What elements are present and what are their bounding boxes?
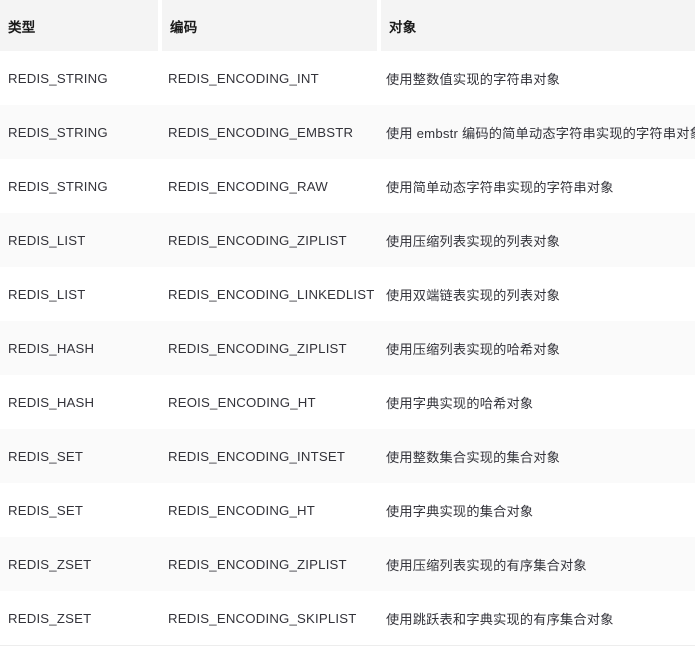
cell-object: 使用简单动态字符串实现的字符串对象 — [379, 159, 695, 213]
table-row: REDIS_LIST REDIS_ENCODING_LINKEDLIST 使用双… — [0, 267, 695, 321]
cell-object-text: 使用字典实现的哈希对象 — [386, 395, 534, 411]
table-row: REDIS_ZSET REDIS_ENCODING_ZIPLIST 使用压缩列表… — [0, 537, 695, 591]
cell-type-text: REDIS_SET — [8, 448, 84, 464]
cell-encoding: REDIS_ENCODING_INTSET — [160, 429, 379, 483]
cell-type-text: REDIS_HASH — [8, 394, 95, 410]
cell-object-text: 使用跳跃表和字典实现的有序集合对象 — [386, 611, 614, 627]
cell-encoding: REDIS_ENCODING_ZIPLIST — [160, 321, 379, 375]
cell-encoding-text: REOIS_ENCODING_HT — [168, 394, 316, 410]
column-header-object: 对象 — [379, 0, 695, 51]
cell-encoding: REDIS_ENCODING_SKIPLIST — [160, 591, 379, 646]
redis-encoding-table-container: 类型 编码 对象 REDIS_STRING REDIS_ENCODING_INT… — [0, 0, 695, 659]
cell-object: 使用 embstr 编码的简单动态字符串实现的字符串对象 — [379, 105, 695, 159]
cell-object: 使用整数集合实现的集合对象 — [379, 429, 695, 483]
cell-encoding-text: REDIS_ENCODING_INTSET — [168, 448, 346, 464]
column-header-encoding: 编码 — [160, 0, 381, 51]
cell-type: REDIS_SET — [0, 429, 160, 483]
cell-type: REDIS_SET — [0, 483, 160, 537]
cell-type: REDIS_HASH — [0, 375, 160, 429]
column-header-object-label: 对象 — [389, 19, 417, 35]
cell-type: REDIS_STRING — [0, 159, 160, 213]
cell-encoding-text: REDIS_ENCODING_EMBSTR — [168, 124, 354, 140]
cell-type-text: REDIS_ZSET — [8, 610, 92, 626]
cell-object: 使用压缩列表实现的列表对象 — [379, 213, 695, 267]
cell-type: REDIS_HASH — [0, 321, 160, 375]
cell-type-text: REDIS_LIST — [8, 286, 86, 302]
cell-encoding: REDIS_ENCODING_EMBSTR — [160, 105, 379, 159]
cell-object: 使用跳跃表和字典实现的有序集合对象 — [379, 591, 695, 646]
table-row: REDIS_HASH REOIS_ENCODING_HT 使用字典实现的哈希对象 — [0, 375, 695, 429]
cell-object: 使用字典实现的集合对象 — [379, 483, 695, 537]
table-row: REDIS_STRING REDIS_ENCODING_EMBSTR 使用 em… — [0, 105, 695, 159]
cell-type-text: REDIS_STRING — [8, 178, 108, 194]
cell-object-text: 使用简单动态字符串实现的字符串对象 — [386, 179, 614, 195]
redis-encoding-table: 类型 编码 对象 REDIS_STRING REDIS_ENCODING_INT… — [0, 0, 695, 646]
cell-object-text: 使用字典实现的集合对象 — [386, 503, 534, 519]
table-row: REDIS_SET REDIS_ENCODING_INTSET 使用整数集合实现… — [0, 429, 695, 483]
table-row: REDIS_ZSET REDIS_ENCODING_SKIPLIST 使用跳跃表… — [0, 591, 695, 646]
table-row: REDIS_HASH REDIS_ENCODING_ZIPLIST 使用压缩列表… — [0, 321, 695, 375]
cell-encoding-text: REDIS_ENCODING_INT — [168, 70, 319, 86]
cell-object-text: 使用压缩列表实现的哈希对象 — [386, 341, 561, 357]
cell-type-text: REDIS_STRING — [8, 70, 108, 86]
cell-object-text: 使用整数值实现的字符串对象 — [386, 71, 561, 87]
cell-type: REDIS_LIST — [0, 213, 160, 267]
cell-encoding: REDIS_ENCODING_LINKEDLIST — [160, 267, 379, 321]
column-header-type-label: 类型 — [8, 19, 36, 35]
cell-object-text: 使用双端链表实现的列表对象 — [386, 287, 561, 303]
cell-object: 使用压缩列表实现的有序集合对象 — [379, 537, 695, 591]
cell-encoding: REDIS_ENCODING_RAW — [160, 159, 379, 213]
cell-type: REDIS_ZSET — [0, 591, 160, 646]
cell-object: 使用压缩列表实现的哈希对象 — [379, 321, 695, 375]
cell-type-text: REDIS_SET — [8, 502, 84, 518]
table-header-row: 类型 编码 对象 — [0, 0, 695, 51]
cell-object: 使用整数值实现的字符串对象 — [379, 51, 695, 105]
cell-type: REDIS_STRING — [0, 51, 160, 105]
cell-encoding: REDIS_ENCODING_HT — [160, 483, 379, 537]
table-row: REDIS_STRING REDIS_ENCODING_RAW 使用简单动态字符… — [0, 159, 695, 213]
cell-encoding-text: REDIS_ENCODING_ZIPLIST — [168, 556, 347, 572]
table-row: REDIS_LIST REDIS_ENCODING_ZIPLIST 使用压缩列表… — [0, 213, 695, 267]
cell-type: REDIS_STRING — [0, 105, 160, 159]
cell-object: 使用双端链表实现的列表对象 — [379, 267, 695, 321]
column-header-type: 类型 — [0, 0, 162, 51]
cell-encoding-text: REDIS_ENCODING_ZIPLIST — [168, 340, 347, 356]
cell-encoding: REDIS_ENCODING_ZIPLIST — [160, 213, 379, 267]
cell-encoding-text: REDIS_ENCODING_RAW — [168, 178, 328, 194]
cell-type-text: REDIS_HASH — [8, 340, 95, 356]
table-body: REDIS_STRING REDIS_ENCODING_INT 使用整数值实现的… — [0, 51, 695, 646]
cell-object-text: 使用压缩列表实现的列表对象 — [386, 233, 561, 249]
cell-type: REDIS_LIST — [0, 267, 160, 321]
cell-encoding: REDIS_ENCODING_INT — [160, 51, 379, 105]
cell-encoding-text: REDIS_ENCODING_LINKEDLIST — [168, 286, 375, 302]
cell-encoding: REOIS_ENCODING_HT — [160, 375, 379, 429]
cell-object-text: 使用压缩列表实现的有序集合对象 — [386, 557, 587, 573]
cell-type-text: REDIS_LIST — [8, 232, 86, 248]
cell-object: 使用字典实现的哈希对象 — [379, 375, 695, 429]
table-row: REDIS_SET REDIS_ENCODING_HT 使用字典实现的集合对象 — [0, 483, 695, 537]
cell-type-text: REDIS_ZSET — [8, 556, 92, 572]
column-header-encoding-label: 编码 — [170, 19, 198, 35]
cell-encoding: REDIS_ENCODING_ZIPLIST — [160, 537, 379, 591]
cell-encoding-text: REDIS_ENCODING_HT — [168, 502, 316, 518]
table-header: 类型 编码 对象 — [0, 0, 695, 51]
cell-encoding-text: REDIS_ENCODING_SKIPLIST — [168, 610, 357, 626]
table-row: REDIS_STRING REDIS_ENCODING_INT 使用整数值实现的… — [0, 51, 695, 105]
cell-type-text: REDIS_STRING — [8, 124, 108, 140]
cell-object-text: 使用 embstr 编码的简单动态字符串实现的字符串对象 — [386, 125, 695, 141]
cell-encoding-text: REDIS_ENCODING_ZIPLIST — [168, 232, 347, 248]
cell-type: REDIS_ZSET — [0, 537, 160, 591]
cell-object-text: 使用整数集合实现的集合对象 — [386, 449, 561, 465]
